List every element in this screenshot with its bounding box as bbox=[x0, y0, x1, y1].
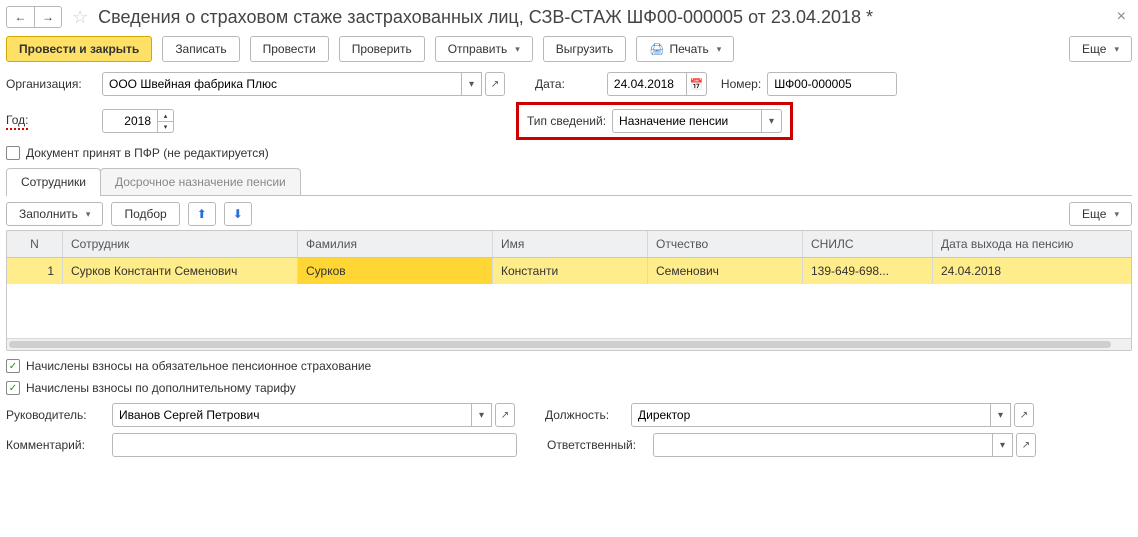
save-button[interactable]: Записать bbox=[162, 36, 239, 62]
date-input[interactable] bbox=[607, 72, 687, 96]
page-title: Сведения о страховом стаже застрахованны… bbox=[98, 7, 873, 28]
arrow-up-icon: ⬆ bbox=[197, 207, 207, 221]
ops-charged-label: Начислены взносы на обязательное пенсион… bbox=[26, 359, 371, 373]
col-header-employee[interactable]: Сотрудник bbox=[63, 231, 298, 257]
fill-button[interactable]: Заполнить bbox=[6, 202, 103, 226]
post-button[interactable]: Провести bbox=[250, 36, 329, 62]
comment-label: Комментарий: bbox=[6, 438, 106, 452]
move-down-button[interactable]: ⬇ bbox=[224, 202, 252, 226]
date-label: Дата: bbox=[535, 77, 565, 91]
responsible-dropdown-button[interactable]: ▾ bbox=[993, 433, 1013, 457]
cell-snils: 139-649-698... bbox=[803, 258, 933, 284]
year-up-button[interactable]: ▴ bbox=[158, 109, 174, 121]
position-dropdown-button[interactable]: ▾ bbox=[991, 403, 1011, 427]
tab-employees[interactable]: Сотрудники bbox=[6, 168, 101, 195]
export-button[interactable]: Выгрузить bbox=[543, 36, 627, 62]
send-button[interactable]: Отправить bbox=[435, 36, 533, 62]
check-icon: ✓ bbox=[9, 361, 17, 372]
info-type-dropdown-button[interactable]: ▾ bbox=[762, 109, 782, 133]
cell-firstname: Константи bbox=[493, 258, 648, 284]
cell-n: 1 bbox=[7, 258, 63, 284]
org-dropdown-button[interactable]: ▾ bbox=[462, 72, 482, 96]
cell-patronymic: Семенович bbox=[648, 258, 803, 284]
printer-icon: 🖨 bbox=[649, 42, 664, 56]
sub-more-button[interactable]: Еще bbox=[1069, 202, 1132, 226]
ops-charged-checkbox[interactable]: ✓ bbox=[6, 359, 20, 373]
position-input[interactable] bbox=[631, 403, 991, 427]
arrow-down-icon: ⬇ bbox=[233, 207, 243, 221]
position-open-button[interactable]: ↗ bbox=[1014, 403, 1034, 427]
cell-lastname: Сурков bbox=[298, 258, 493, 284]
col-header-lastname[interactable]: Фамилия bbox=[298, 231, 493, 257]
employees-grid: N Сотрудник Фамилия Имя Отчество СНИЛС Д… bbox=[6, 230, 1132, 351]
fill-label: Заполнить bbox=[19, 207, 78, 221]
col-header-snils[interactable]: СНИЛС bbox=[803, 231, 933, 257]
select-button[interactable]: Подбор bbox=[111, 202, 179, 226]
close-icon[interactable]: × bbox=[1111, 8, 1132, 26]
send-label: Отправить bbox=[448, 42, 508, 56]
col-header-pension-date[interactable]: Дата выхода на пенсию bbox=[933, 231, 1131, 257]
post-and-close-button[interactable]: Провести и закрыть bbox=[6, 36, 152, 62]
calendar-button[interactable] bbox=[687, 72, 707, 96]
info-type-input[interactable] bbox=[612, 109, 762, 133]
year-label: Год: bbox=[6, 113, 96, 130]
calendar-icon bbox=[690, 78, 704, 91]
more-button[interactable]: Еще bbox=[1069, 36, 1132, 62]
accepted-pfr-checkbox[interactable] bbox=[6, 146, 20, 160]
tab-early-pension[interactable]: Досрочное назначение пенсии bbox=[100, 168, 301, 195]
responsible-input[interactable] bbox=[653, 433, 993, 457]
manager-input[interactable] bbox=[112, 403, 472, 427]
manager-label: Руководитель: bbox=[6, 408, 106, 422]
print-label: Печать bbox=[669, 42, 708, 56]
cell-pension-date: 24.04.2018 bbox=[933, 258, 1131, 284]
grid-header: N Сотрудник Фамилия Имя Отчество СНИЛС Д… bbox=[7, 231, 1131, 258]
col-header-firstname[interactable]: Имя bbox=[493, 231, 648, 257]
year-down-button[interactable]: ▾ bbox=[158, 121, 174, 133]
addl-charged-label: Начислены взносы по дополнительному тари… bbox=[26, 381, 296, 395]
position-label: Должность: bbox=[545, 408, 625, 422]
nav-forward-button[interactable]: → bbox=[34, 6, 62, 28]
organization-input[interactable] bbox=[102, 72, 462, 96]
manager-open-button[interactable]: ↗ bbox=[495, 403, 515, 427]
check-button[interactable]: Проверить bbox=[339, 36, 425, 62]
table-row[interactable]: 1 Сурков Константи Семенович Сурков Конс… bbox=[7, 258, 1131, 284]
comment-input[interactable] bbox=[112, 433, 517, 457]
favorite-star-icon[interactable]: ☆ bbox=[72, 7, 88, 28]
more-label: Еще bbox=[1082, 42, 1106, 56]
col-header-patronymic[interactable]: Отчество bbox=[648, 231, 803, 257]
print-button[interactable]: 🖨 Печать bbox=[636, 36, 734, 62]
cell-employee: Сурков Константи Семенович bbox=[63, 258, 298, 284]
org-open-button[interactable]: ↗ bbox=[485, 72, 505, 96]
responsible-open-button[interactable]: ↗ bbox=[1016, 433, 1036, 457]
sub-more-label: Еще bbox=[1082, 207, 1106, 221]
nav-back-button[interactable]: ← bbox=[6, 6, 34, 28]
grid-horizontal-scrollbar[interactable] bbox=[7, 338, 1131, 350]
organization-label: Организация: bbox=[6, 77, 96, 91]
year-input[interactable] bbox=[102, 109, 158, 133]
manager-dropdown-button[interactable]: ▾ bbox=[472, 403, 492, 427]
accepted-pfr-label: Документ принят в ПФР (не редактируется) bbox=[26, 146, 269, 160]
col-header-n[interactable]: N bbox=[7, 231, 63, 257]
addl-charged-checkbox[interactable]: ✓ bbox=[6, 381, 20, 395]
info-type-label: Тип сведений: bbox=[527, 114, 606, 128]
move-up-button[interactable]: ⬆ bbox=[188, 202, 216, 226]
number-label: Номер: bbox=[721, 77, 761, 91]
check-icon: ✓ bbox=[9, 383, 17, 394]
responsible-label: Ответственный: bbox=[547, 438, 647, 452]
info-type-highlight: Тип сведений: ▾ bbox=[516, 102, 793, 140]
number-input[interactable] bbox=[767, 72, 897, 96]
